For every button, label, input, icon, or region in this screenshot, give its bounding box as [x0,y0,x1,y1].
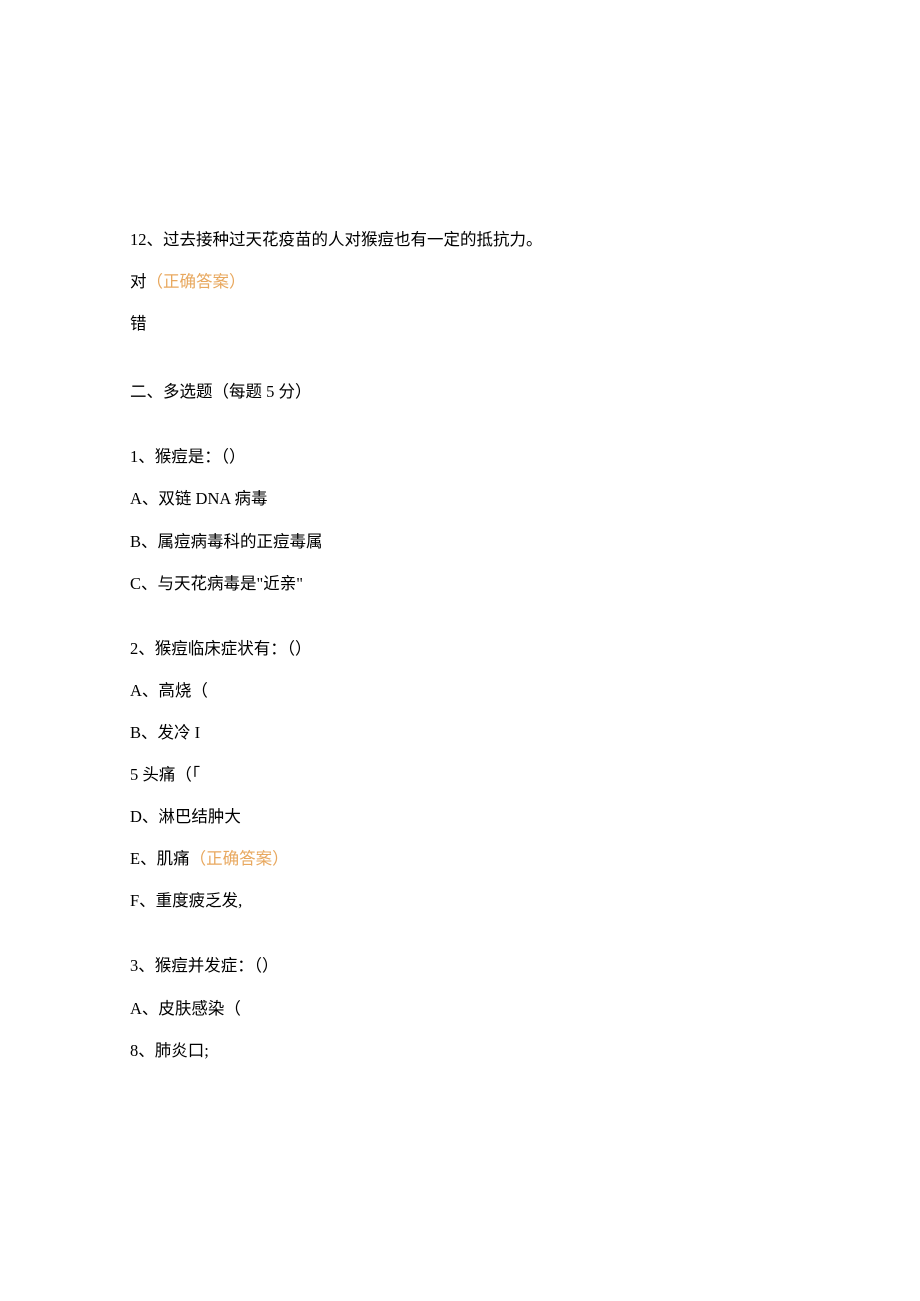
q12-text: 12、过去接种过天花疫苗的人对猴痘也有一定的抵抗力。 [130,228,790,251]
mq1-text: 1、猴痘是：（） [130,445,790,468]
mq3-option-b: 8、肺炎口; [130,1039,790,1062]
correct-answer-tag: （正确答案） [190,849,289,868]
mq1-option-b: B、属痘病毒科的正痘毒属 [130,530,790,553]
mq1-a-pre: A、双链 [130,489,196,508]
mq1-option-c: C、与天花病毒是"近亲" [130,572,790,595]
mq2-option-f: F、重度疲乏发, [130,889,790,912]
mq2-e-label: E、肌痛 [130,849,190,868]
mq2-b-latin: I [195,723,201,742]
correct-answer-tag: （正确答案） [147,272,246,291]
mq2-text: 2、猴痘临床症状有：（） [130,637,790,660]
q12-option-true: 对（正确答案） [130,270,790,293]
document-page: 12、过去接种过天花疫苗的人对猴痘也有一定的抵抗力。 对（正确答案） 错 二、多… [0,0,920,1141]
section2-heading: 二、多选题（每题 5 分） [130,380,790,403]
mq2-c-pre: 5 [130,765,142,784]
mq3-option-a: A、皮肤感染（ [130,997,790,1020]
mq2-option-d: D、淋巴结肿大 [130,805,790,828]
mq3-text: 3、猴痘并发症：（） [130,954,790,977]
q12-option-false: 错 [130,312,790,335]
mq2-b-pre: B、发冷 [130,723,195,742]
mq2-option-c: 5 头痛（「 [130,763,790,786]
mq2-c-post: 头痛（「 [142,765,200,784]
mq2-option-b: B、发冷 I [130,721,790,744]
mq2-option-a: A、高烧（ [130,679,790,702]
q12-true-label: 对 [130,272,147,291]
mq1-a-post: 病毒 [235,489,268,508]
mq2-option-e: E、肌痛（正确答案） [130,847,790,870]
mq1-option-a: A、双链 DNA 病毒 [130,487,790,510]
mq1-a-latin: DNA [196,489,235,508]
